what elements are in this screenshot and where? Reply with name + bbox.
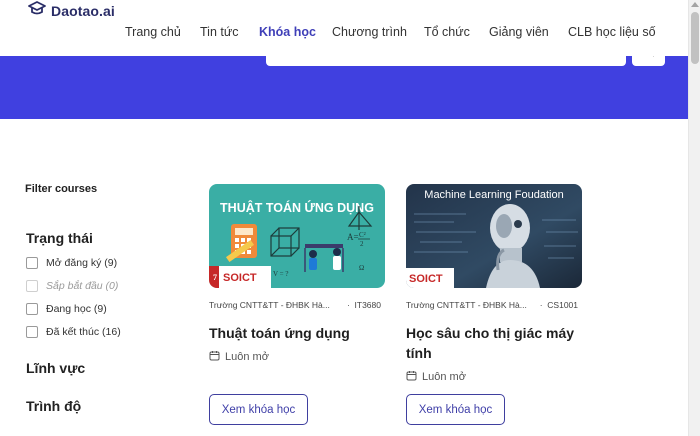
course-code-value: CS1001 [547,300,578,310]
option-label: Đã kết thúc (16) [46,326,121,338]
svg-text:A=: A= [347,232,359,242]
course-thumbnail[interactable]: Machine Learning Foudation SOICT [406,184,582,288]
nav-organizations[interactable]: Tổ chức [424,25,470,39]
brand-name: Daotao.ai [51,3,115,19]
option-label: Đang học (9) [46,303,107,315]
calendar-icon [406,370,417,384]
nav-courses[interactable]: Khóa học [259,25,316,39]
checkbox[interactable] [26,303,38,315]
svg-text:Ω: Ω [359,264,364,272]
view-course-button[interactable]: Xem khóa học [406,394,505,425]
nav-programs[interactable]: Chương trình [332,25,407,39]
main-nav: Trang chủ Tin tức Khóa học Chương trình … [0,25,688,41]
status-section-title[interactable]: Trạng thái [26,230,93,246]
level-section-title[interactable]: Trình độ [26,398,81,414]
svg-text:7: 7 [213,273,217,282]
soict-logo: SOICT [223,272,257,284]
filter-option-ended[interactable]: Đã kết thúc (16) [26,325,121,339]
field-section-title[interactable]: Lĩnh vực [26,360,85,376]
checkbox[interactable] [26,326,38,338]
filter-option-open[interactable]: Mở đăng ký (9) [26,256,117,270]
nav-news[interactable]: Tin tức [200,25,238,39]
brand-logo[interactable]: Daotao.ai [28,0,115,22]
course-thumbnail[interactable]: THUẬT TOÁN ỨNG DỤNG A= C² 2 V = ? Ω 7 SO… [209,184,385,288]
svg-text:C²: C² [359,231,366,239]
thumbnail-title: Machine Learning Foudation [424,189,563,201]
course-code-value: IT3680 [354,300,381,310]
course-title[interactable]: Thuật toán ứng dụng [209,323,385,343]
course-title[interactable]: Học sâu cho thị giác máy tính [406,323,582,363]
course-code: · CS1001 [539,300,578,310]
course-status: Luôn mở [209,350,269,364]
svg-text:2: 2 [360,240,364,248]
nav-home[interactable]: Trang chủ [125,25,181,39]
course-code: · IT3680 [346,300,381,310]
nav-instructors[interactable]: Giảng viên [489,25,549,39]
view-course-button[interactable]: Xem khóa học [209,394,308,425]
nav-digital-club[interactable]: CLB học liệu số [568,25,656,39]
status-label: Luôn mở [225,351,269,363]
checkbox[interactable] [26,257,38,269]
filter-option-ongoing[interactable]: Đang học (9) [26,302,107,316]
scroll-thumb[interactable] [691,12,699,64]
page-scrollbar[interactable] [688,0,700,436]
graduation-cap-icon [28,0,46,22]
soict-logo: SOICT [409,273,443,285]
course-status: Luôn mở [406,370,466,384]
course-school: Trường CNTT&TT - ĐHBK Hà... [209,300,330,310]
site-header: Daotao.ai Trang chủ Tin tức Khóa học Chư… [0,0,688,56]
checkbox [26,280,38,292]
option-label: Mở đăng ký (9) [46,257,118,269]
svg-text:V = ?: V = ? [273,270,288,278]
filter-option-upcoming: Sắp bắt đầu (0) [26,279,118,293]
calendar-icon [209,350,220,364]
option-label: Sắp bắt đầu (0) [46,280,119,292]
thumbnail-title: THUẬT TOÁN ỨNG DỤNG [220,200,374,215]
course-school: Trường CNTT&TT - ĐHBK Hà... [406,300,527,310]
scroll-up-arrow-icon[interactable] [691,2,699,7]
filter-title: Filter courses [25,183,98,195]
status-label: Luôn mở [422,371,466,383]
